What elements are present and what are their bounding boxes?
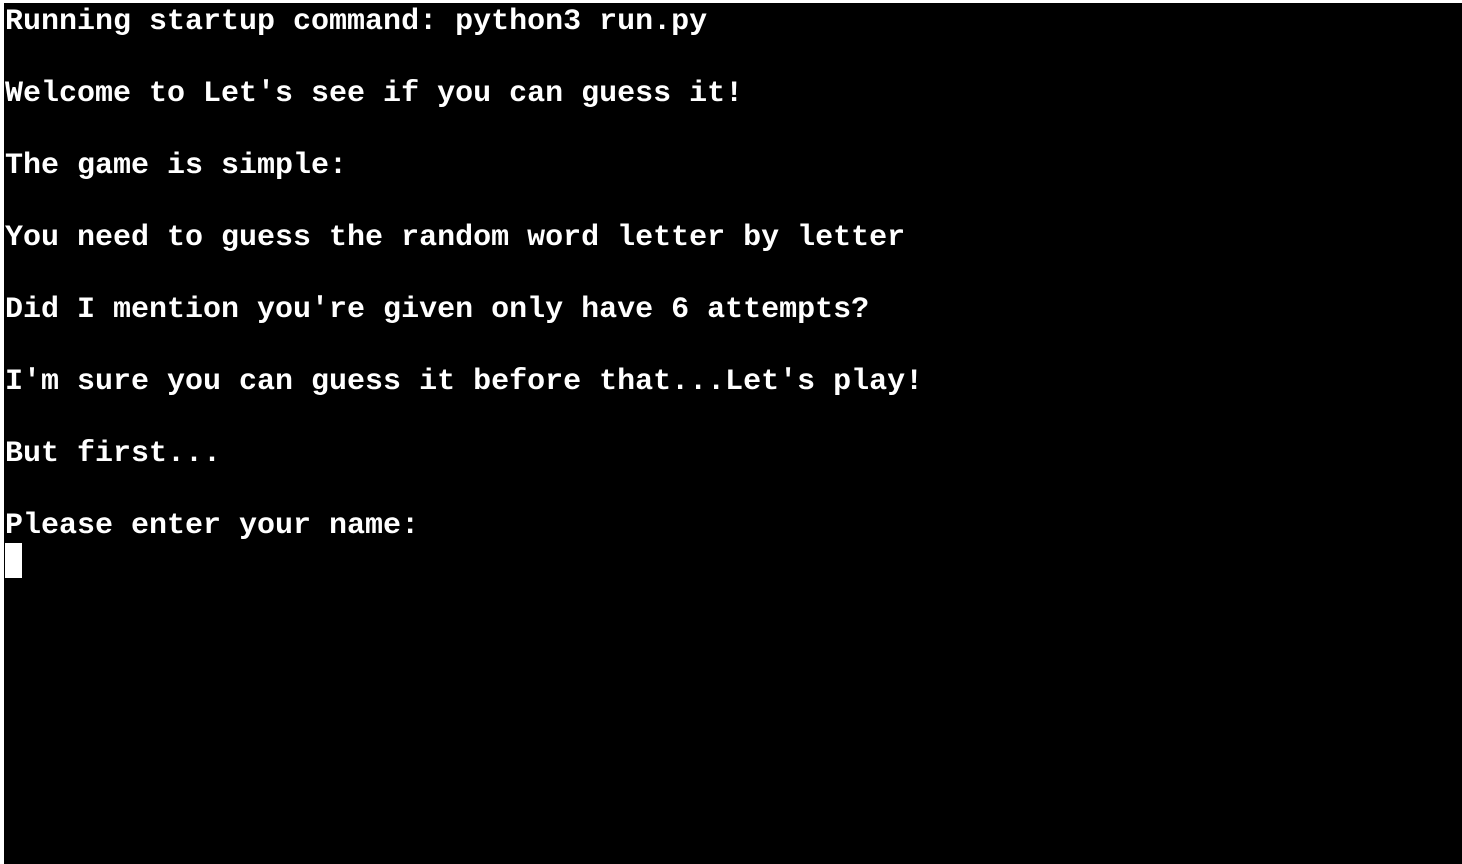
- startup-command-line: Running startup command: python3 run.py: [5, 5, 708, 39]
- name-prompt-line: Please enter your name:: [5, 509, 420, 543]
- but-first-line: But first...: [5, 437, 222, 471]
- text-cursor: [5, 543, 22, 578]
- terminal-window[interactable]: Running startup command: python3 run.py …: [4, 3, 1462, 864]
- rules-guess-line: You need to guess the random word letter…: [5, 221, 906, 255]
- lets-play-line: I'm sure you can guess it before that...…: [5, 365, 924, 399]
- rules-attempts-line: Did I mention you're given only have 6 a…: [5, 293, 870, 327]
- welcome-line: Welcome to Let's see if you can guess it…: [5, 77, 744, 111]
- rules-intro-line: The game is simple:: [5, 149, 348, 183]
